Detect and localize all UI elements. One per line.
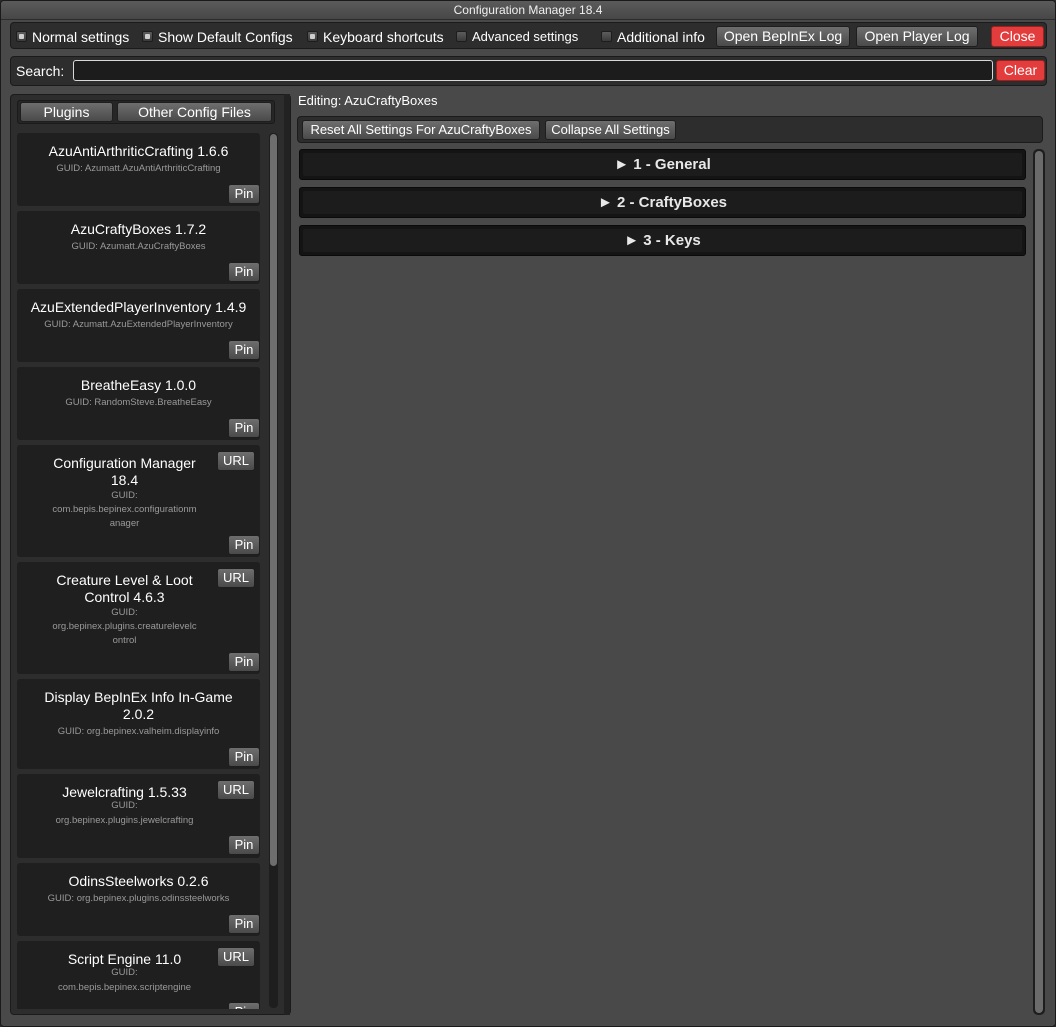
checkbox-icon: [16, 31, 27, 42]
plugin-item[interactable]: BreatheEasy 1.0.0 GUID: RandomSteve.Brea…: [17, 367, 260, 440]
open-player-log-button[interactable]: Open Player Log: [856, 26, 978, 47]
plugin-name: AzuExtendedPlayerInventory 1.4.9: [30, 299, 247, 315]
pin-button[interactable]: Pin: [228, 652, 260, 672]
plugin-guid: GUID: com.bepis.bepinex.scriptengine: [57, 967, 192, 993]
scrollbar-thumb[interactable]: [270, 134, 277, 866]
plugin-name: OdinsSteelworks 0.2.6: [68, 873, 209, 889]
pin-button[interactable]: Pin: [228, 418, 260, 438]
pin-button[interactable]: Pin: [228, 747, 260, 767]
normal-settings-label: Normal settings: [32, 28, 130, 45]
checkbox-icon: [601, 31, 612, 42]
tab-plugins[interactable]: Plugins: [20, 102, 113, 122]
plugin-item[interactable]: Script Engine 11.0 URL GUID: com.bepis.b…: [17, 941, 260, 1009]
plugin-guid: GUID: org.bepinex.plugins.jewelcrafting: [55, 800, 194, 826]
plugin-item[interactable]: OdinsSteelworks 0.2.6 GUID: org.bepinex.…: [17, 863, 260, 936]
plugin-item[interactable]: Jewelcrafting 1.5.33 URL GUID: org.bepin…: [17, 774, 260, 858]
close-button[interactable]: Close: [991, 26, 1044, 47]
plugin-name: Display BepInEx Info In-Game 2.0.2: [44, 689, 233, 722]
show-default-configs-label: Show Default Configs: [158, 28, 293, 45]
plugin-name: Creature Level & Loot Control 4.6.3: [56, 572, 193, 605]
additional-info-toggle[interactable]: Additional info: [601, 28, 705, 45]
section-keys-label: ► 3 - Keys: [624, 232, 701, 249]
editing-label: Editing: AzuCraftyBoxes: [298, 93, 438, 108]
search-bar: Search: Clear: [10, 56, 1047, 86]
advanced-settings-label: Advanced settings: [472, 29, 579, 44]
section-general[interactable]: ► 1 - General: [299, 149, 1026, 180]
plugin-item[interactable]: Configuration Manager 18.4 URL GUID: com…: [17, 445, 260, 557]
clear-search-button[interactable]: Clear: [996, 60, 1045, 81]
plugin-name: AzuCraftyBoxes 1.7.2: [70, 221, 207, 237]
plugin-guid: GUID: org.bepinex.plugins.odinssteelwork…: [47, 893, 230, 904]
advanced-settings-toggle[interactable]: Advanced settings: [456, 28, 578, 45]
plugin-name: Configuration Manager 18.4: [53, 455, 196, 488]
plugin-name: BreatheEasy 1.0.0: [80, 377, 197, 393]
plugin-list: AzuAntiArthriticCrafting 1.6.6 GUID: Azu…: [17, 133, 263, 1009]
url-button[interactable]: URL: [217, 780, 255, 800]
pin-button[interactable]: Pin: [228, 340, 260, 360]
search-input[interactable]: [73, 60, 993, 81]
plugin-item[interactable]: Creature Level & Loot Control 4.6.3 URL …: [17, 562, 260, 674]
section-craftyboxes-label: ► 2 - CraftyBoxes: [597, 194, 728, 211]
url-button[interactable]: URL: [217, 568, 255, 588]
plugin-guid: GUID: org.bepinex.plugins.creaturelevelc…: [52, 607, 197, 646]
plugin-list-panel: Plugins Other Config Files AzuAntiArthri…: [10, 94, 291, 1015]
plugin-item[interactable]: AzuCraftyBoxes 1.7.2 GUID: Azumatt.AzuCr…: [17, 211, 260, 284]
plugin-list-scrollbar[interactable]: [269, 133, 278, 1008]
plugin-name: AzuAntiArthriticCrafting 1.6.6: [48, 143, 229, 159]
window-title: Configuration Manager 18.4: [1, 1, 1055, 20]
section-keys[interactable]: ► 3 - Keys: [299, 225, 1026, 256]
open-bepinex-log-button[interactable]: Open BepInEx Log: [716, 26, 850, 47]
reset-all-settings-button[interactable]: Reset All Settings For AzuCraftyBoxes: [302, 120, 540, 140]
keyboard-shortcuts-label: Keyboard shortcuts: [323, 28, 444, 45]
toolbar: Normal settings Show Default Configs Key…: [10, 22, 1047, 49]
plugin-guid: GUID: Azumatt.AzuAntiArthriticCrafting: [56, 163, 221, 174]
url-button[interactable]: URL: [217, 451, 255, 471]
config-manager-window: Configuration Manager 18.4 Normal settin…: [0, 0, 1056, 1027]
pin-button[interactable]: Pin: [228, 914, 260, 934]
checkbox-icon: [456, 31, 467, 42]
plugin-tabs: Plugins Other Config Files: [17, 100, 275, 124]
plugin-item[interactable]: Display BepInEx Info In-Game 2.0.2 GUID:…: [17, 679, 260, 769]
search-label: Search:: [16, 63, 65, 79]
tab-other-config-files[interactable]: Other Config Files: [117, 102, 272, 122]
collapse-all-settings-button[interactable]: Collapse All Settings: [545, 120, 676, 140]
plugin-item[interactable]: AzuAntiArthriticCrafting 1.6.6 GUID: Azu…: [17, 133, 260, 206]
normal-settings-toggle[interactable]: Normal settings: [16, 28, 129, 45]
pin-button[interactable]: Pin: [228, 184, 260, 204]
pin-button[interactable]: Pin: [228, 835, 260, 855]
pin-button[interactable]: Pin: [228, 535, 260, 555]
url-button[interactable]: URL: [217, 947, 255, 967]
plugin-guid: GUID: RandomSteve.BreatheEasy: [65, 397, 212, 408]
section-general-label: ► 1 - General: [614, 156, 711, 173]
plugin-guid: GUID: Azumatt.AzuExtendedPlayerInventory: [44, 319, 233, 330]
plugin-guid: GUID: com.bepis.bepinex.configurationm a…: [52, 490, 197, 529]
plugin-guid: GUID: Azumatt.AzuCraftyBoxes: [71, 241, 206, 252]
scrollbar-thumb[interactable]: [1035, 151, 1043, 1013]
additional-info-label: Additional info: [617, 28, 705, 45]
panel-divider: [284, 94, 290, 1015]
plugin-item[interactable]: AzuExtendedPlayerInventory 1.4.9 GUID: A…: [17, 289, 260, 362]
pin-button[interactable]: Pin: [228, 262, 260, 282]
settings-scrollbar[interactable]: [1033, 149, 1045, 1015]
checkbox-icon: [307, 31, 318, 42]
settings-action-bar: Reset All Settings For AzuCraftyBoxes Co…: [297, 116, 1043, 143]
plugin-guid: GUID: org.bepinex.valheim.displayinfo: [57, 726, 220, 737]
section-craftyboxes[interactable]: ► 2 - CraftyBoxes: [299, 187, 1026, 218]
show-default-configs-toggle[interactable]: Show Default Configs: [142, 28, 293, 45]
checkbox-icon: [142, 31, 153, 42]
pin-button[interactable]: Pin: [228, 1002, 260, 1009]
keyboard-shortcuts-toggle[interactable]: Keyboard shortcuts: [307, 28, 444, 45]
